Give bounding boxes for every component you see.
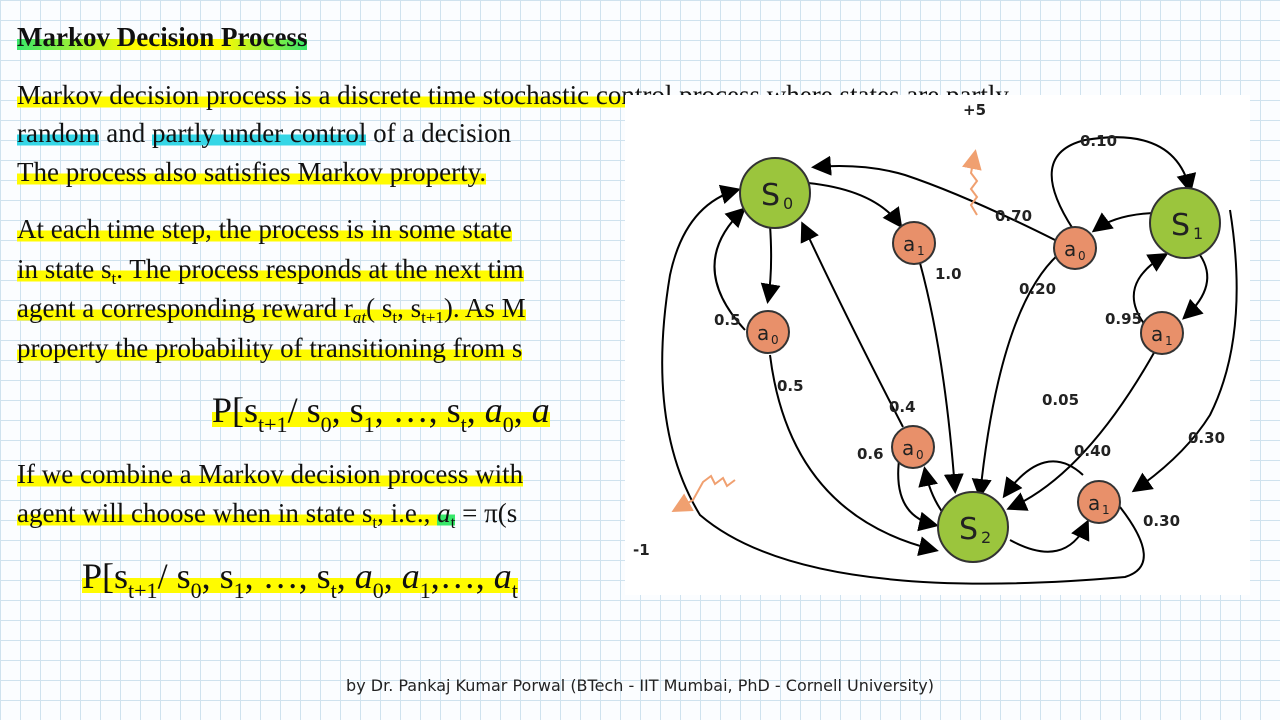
svg-text:1: 1 <box>917 244 925 258</box>
svg-text:0: 0 <box>916 448 924 462</box>
edge-label-0-40: 0.40 <box>1074 442 1111 460</box>
svg-text:0: 0 <box>783 194 793 213</box>
state-node-s2: S 2 <box>937 491 1009 563</box>
edge-s1-a0right <box>1091 212 1154 233</box>
edge-s0-a0left <box>760 224 781 304</box>
svg-text:1: 1 <box>1165 334 1173 348</box>
svg-text:a: a <box>757 321 769 345</box>
edge-label-1-0: 1.0 <box>935 265 962 283</box>
svg-text:a: a <box>902 436 914 460</box>
para2-line4: property the probability of transitionin… <box>17 333 523 363</box>
svg-text:0: 0 <box>771 333 779 347</box>
edge-s2-a1bottom <box>1009 519 1090 553</box>
reward-arrow-plus5 <box>962 149 982 216</box>
edge-a1right-s2 <box>1006 350 1156 511</box>
svg-text:a: a <box>1151 322 1163 346</box>
edge-label-0-10: 0.10 <box>1080 132 1117 150</box>
edge-label-0-20: 0.20 <box>1019 280 1056 298</box>
svg-text:1: 1 <box>1193 224 1203 243</box>
mdp-diagram: S 0 S 1 S 2 a 1 a 0 a 0 a 1 a 0 a 1 0.10… <box>625 95 1250 595</box>
svg-text:S: S <box>959 512 978 547</box>
para1-line2: random and partly under control of a dec… <box>17 118 512 148</box>
svg-text:2: 2 <box>981 528 991 547</box>
edge-a0right-s0 <box>811 155 1058 242</box>
edge-label-0-30-right: 0.30 <box>1188 429 1225 447</box>
reward-label-plus5: +5 <box>963 101 986 119</box>
svg-text:0: 0 <box>1078 249 1086 263</box>
svg-text:1: 1 <box>1102 503 1110 517</box>
action-node-a0-left: a 0 <box>746 310 790 354</box>
equation-2: P[st+1/ s0, s1, …, st, a0, a1,…, at <box>82 556 518 603</box>
state-node-s0: S 0 <box>739 157 811 229</box>
reward-label-minus1: -1 <box>633 541 650 559</box>
state-node-s1: S 1 <box>1149 187 1221 259</box>
svg-text:S: S <box>761 178 780 213</box>
para3-line1: If we combine a Markov decision process … <box>17 459 524 489</box>
edge-s2-a0bottom <box>918 466 944 514</box>
equation-1: P[st+1/ s0, s1, …, st, a0, a <box>212 390 550 437</box>
edge-label-0-4: 0.4 <box>889 398 916 416</box>
para3-line2: agent will choose when in state st, i.e.… <box>17 498 518 532</box>
action-node-a1-right: a 1 <box>1140 311 1184 355</box>
svg-text:a: a <box>903 232 915 256</box>
action-node-a1-bottom: a 1 <box>1077 480 1121 524</box>
para1-line3: The process also satisfies Markov proper… <box>17 157 487 187</box>
edge-label-0-05: 0.05 <box>1042 391 1079 409</box>
svg-text:S: S <box>1171 208 1190 243</box>
footer-credit: by Dr. Pankaj Kumar Porwal (BTech - IIT … <box>346 676 934 695</box>
edge-s1-a1right <box>1182 254 1209 320</box>
edge-label-0-5-left: 0.5 <box>714 311 741 329</box>
action-node-a1-top: a 1 <box>892 221 936 265</box>
edge-a0bottom-s0 <box>800 221 904 428</box>
edge-label-0-95: 0.95 <box>1105 310 1142 328</box>
page-title: Markov Decision Process <box>17 22 308 52</box>
edge-s0-a1 <box>807 182 903 229</box>
action-node-a0-bottom: a 0 <box>891 425 935 469</box>
para2-line2: in state st. The process responds at the… <box>17 254 524 288</box>
action-node-a0-right: a 0 <box>1053 226 1097 270</box>
edge-label-0-70: 0.70 <box>995 207 1032 225</box>
svg-text:a: a <box>1088 491 1100 515</box>
edge-label-0-6: 0.6 <box>857 445 884 463</box>
para2-line1: At each time step, the process is in som… <box>17 214 512 244</box>
edge-label-0-5-bottom: 0.5 <box>777 377 804 395</box>
edge-a1bottom-s2 <box>1002 460 1084 499</box>
para2-line3: agent a corresponding reward rat( st, st… <box>17 293 526 327</box>
edge-label-0-30-bottom: 0.30 <box>1143 512 1180 530</box>
svg-text:a: a <box>1064 237 1076 261</box>
